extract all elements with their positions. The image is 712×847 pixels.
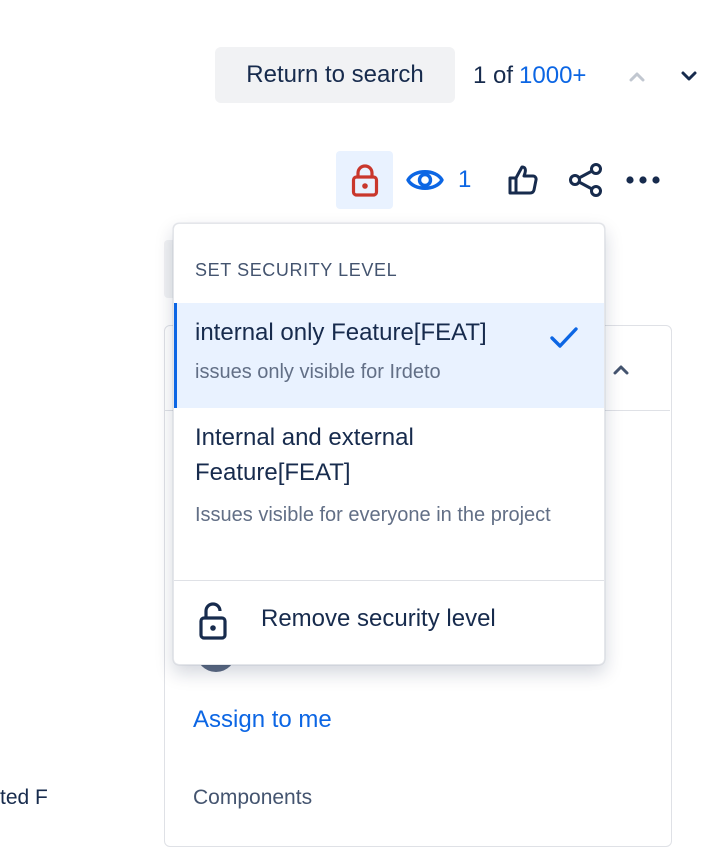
chevron-down-icon	[681, 71, 697, 81]
pager-total-link[interactable]: 1000+	[519, 62, 586, 90]
option-description: Issues visible for everyone in the proje…	[195, 504, 551, 526]
chevron-up-icon	[613, 365, 629, 375]
menu-heading: SET SECURITY LEVEL	[195, 260, 398, 280]
previous-issue-button[interactable]	[620, 58, 654, 94]
security-option-internal-and-external[interactable]: Internal and external Feature[FEAT] Issu…	[174, 408, 604, 580]
security-option-internal-only[interactable]: internal only Feature[FEAT] issues only …	[174, 303, 604, 408]
more-actions-button[interactable]	[620, 156, 666, 204]
watch-button[interactable]: 1	[406, 158, 471, 202]
lock-icon	[351, 164, 378, 197]
left-edge-text: ted F	[0, 786, 48, 809]
assign-to-me-link[interactable]: Assign to me	[193, 706, 332, 734]
chevron-up-icon	[629, 72, 645, 82]
share-icon	[569, 163, 602, 197]
collapse-details-button[interactable]	[606, 356, 636, 382]
more-icon	[626, 176, 660, 184]
watch-count: 1	[458, 166, 472, 193]
components-label: Components	[193, 786, 313, 809]
pager-prefix: 1 of	[473, 62, 514, 89]
option-title: internal only Feature[FEAT]	[195, 319, 487, 346]
thumbs-up-icon	[508, 165, 538, 195]
next-issue-button[interactable]	[672, 58, 706, 94]
vote-button[interactable]	[500, 156, 546, 204]
security-lock-button[interactable]	[336, 151, 393, 209]
remove-security-level-label: Remove security level	[261, 605, 496, 632]
share-button[interactable]	[563, 156, 609, 204]
eye-icon	[406, 170, 444, 190]
pager: 1 of 1000+	[473, 58, 586, 94]
option-title: Internal and external Feature[FEAT]	[195, 424, 414, 486]
return-to-search-button[interactable]: Return to search	[215, 47, 455, 103]
security-level-menu: SET SECURITY LEVEL internal only Feature…	[173, 223, 605, 665]
option-description: issues only visible for Irdeto	[195, 361, 441, 383]
check-icon	[550, 327, 578, 348]
unlock-icon	[199, 602, 227, 640]
remove-security-level-button[interactable]: Remove security level	[174, 581, 604, 665]
